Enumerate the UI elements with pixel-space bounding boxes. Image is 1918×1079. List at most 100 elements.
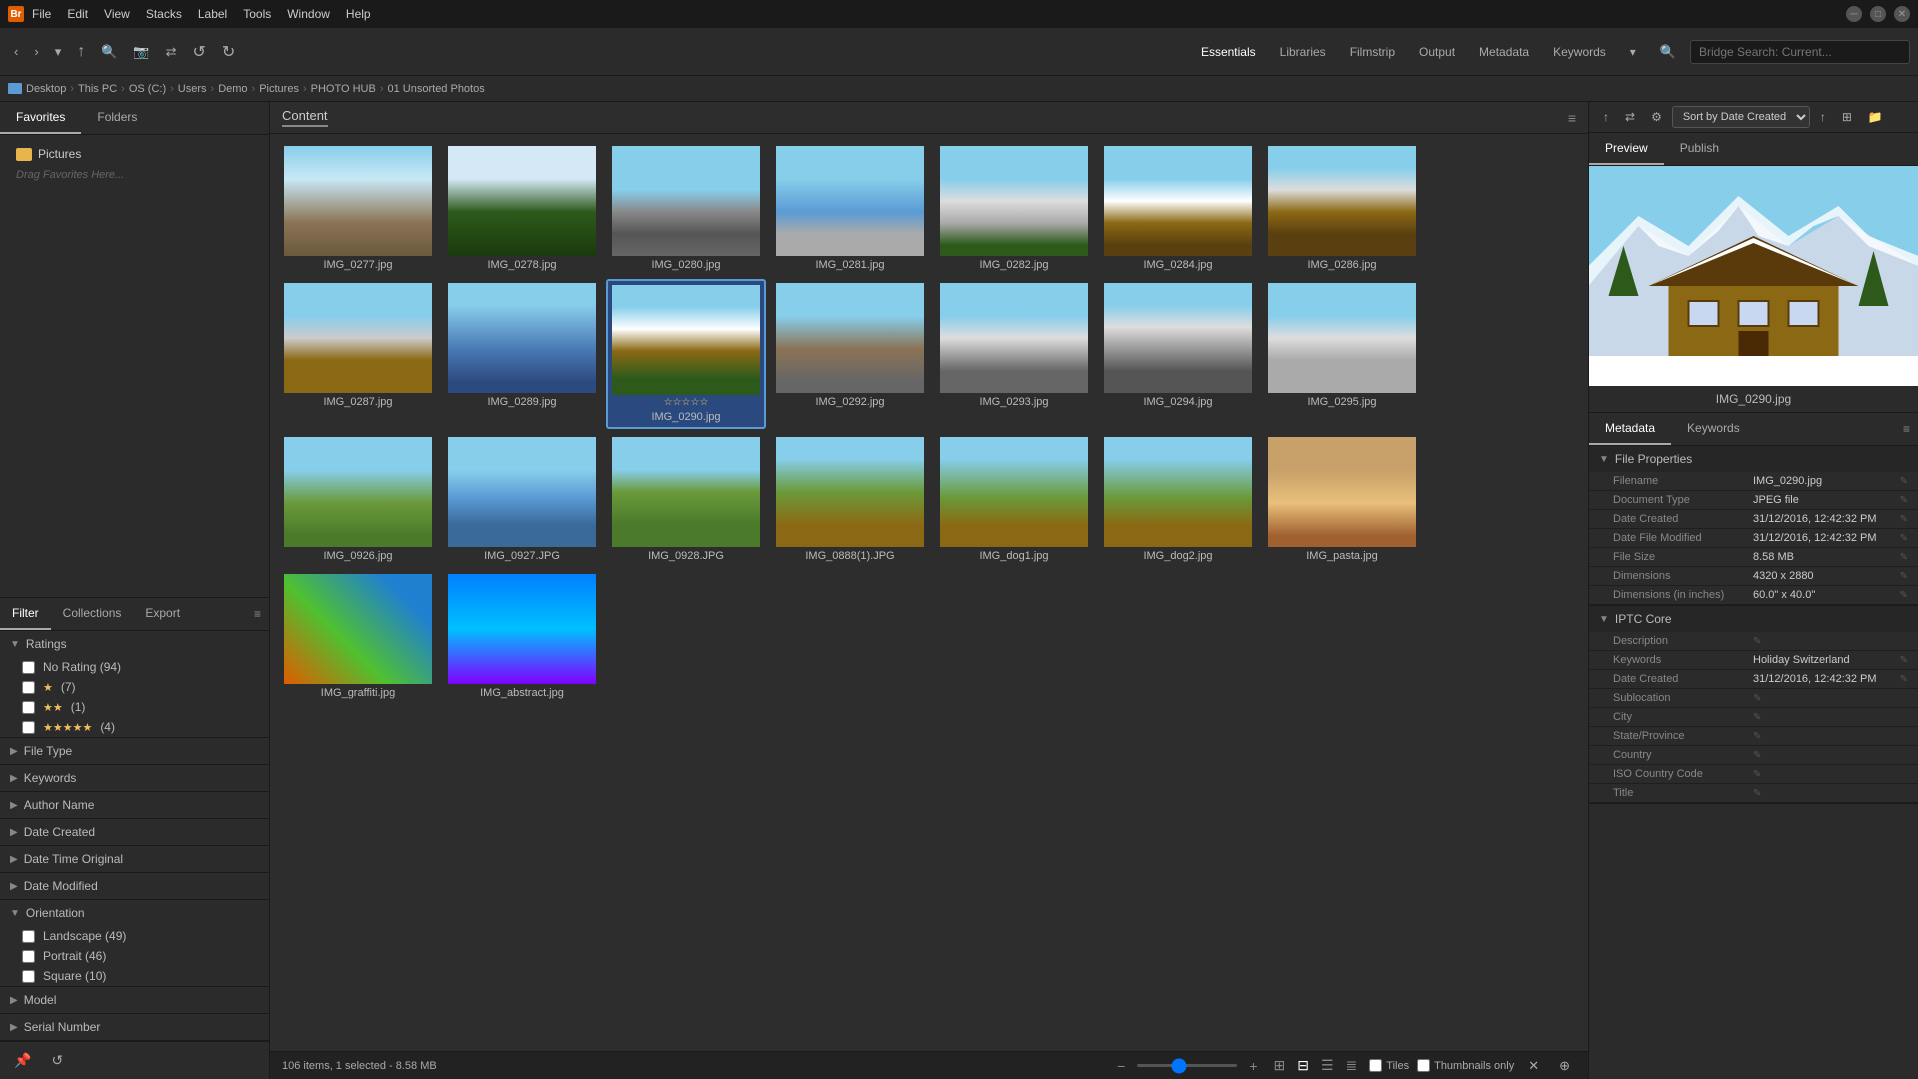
tab-preview[interactable]: Preview	[1589, 133, 1664, 165]
photo-thumb-2[interactable]: IMG_0280.jpg	[606, 142, 766, 275]
filter-item-1star[interactable]: ★ (7)	[0, 677, 269, 697]
filter-section-header-author[interactable]: ▶ Author Name	[0, 792, 269, 818]
tab-keywords[interactable]: Keywords	[1671, 413, 1756, 445]
breadcrumb-item-4[interactable]: Demo	[218, 83, 247, 95]
workspace-btn-keywords[interactable]: Keywords	[1543, 41, 1616, 63]
edit-icon[interactable]: ✎	[1900, 571, 1908, 582]
filter-item-5star[interactable]: ★★★★★ (4)	[0, 717, 269, 737]
photo-thumb-15[interactable]: IMG_0927.JPG	[442, 433, 602, 566]
filter-section-header-serial[interactable]: ▶ Serial Number	[0, 1014, 269, 1040]
filter-section-header-ratings[interactable]: ▼ Ratings	[0, 631, 269, 657]
tab-export[interactable]: Export	[133, 598, 192, 630]
filter-checkbox[interactable]	[22, 930, 35, 943]
photo-thumb-3[interactable]: IMG_0281.jpg	[770, 142, 930, 275]
filter-checkbox[interactable]	[22, 661, 35, 674]
filter-section-header-keywords[interactable]: ▶ Keywords	[0, 765, 269, 791]
menu-item-window[interactable]: Window	[287, 7, 330, 21]
search-icon[interactable]: 🔍	[1654, 40, 1682, 64]
menu-item-file[interactable]: File	[32, 7, 51, 21]
filter-checkbox[interactable]	[22, 721, 35, 734]
photo-thumb-13[interactable]: IMG_0295.jpg	[1262, 279, 1422, 429]
right-toolbar-btn3[interactable]: ⚙	[1645, 107, 1668, 127]
edit-icon[interactable]: ✎	[1753, 636, 1761, 647]
edit-icon[interactable]: ✎	[1900, 476, 1908, 487]
workspace-btn-[interactable]: ▾	[1620, 41, 1646, 63]
grid-view-button[interactable]: ⊞	[1270, 1055, 1290, 1076]
close-panel-button[interactable]: ✕	[1522, 1054, 1545, 1078]
right-toolbar-btn2[interactable]: ⇄	[1619, 107, 1641, 127]
photo-thumb-6[interactable]: IMG_0286.jpg	[1262, 142, 1422, 275]
pin-button[interactable]: 📌	[8, 1048, 37, 1073]
edit-icon[interactable]: ✎	[1900, 655, 1908, 666]
tab-folders[interactable]: Folders	[81, 102, 153, 134]
edit-icon[interactable]: ✎	[1900, 552, 1908, 563]
folder-button[interactable]: 📁	[1862, 107, 1889, 127]
edit-icon[interactable]: ✎	[1753, 693, 1761, 704]
filter-item-2star[interactable]: ★★ (1)	[0, 697, 269, 717]
filter-checkbox[interactable]	[22, 701, 35, 714]
menu-item-help[interactable]: Help	[346, 7, 371, 21]
photo-thumb-18[interactable]: IMG_dog1.jpg	[934, 433, 1094, 566]
filter-item-no-rating[interactable]: No Rating (94)	[0, 657, 269, 677]
workspace-btn-essentials[interactable]: Essentials	[1191, 41, 1266, 63]
photo-thumb-22[interactable]: IMG_abstract.jpg	[442, 570, 602, 703]
nav-dropdown-button[interactable]: ▾	[49, 40, 68, 64]
menu-item-stacks[interactable]: Stacks	[146, 7, 182, 21]
breadcrumb-item-3[interactable]: Users	[178, 83, 207, 95]
reveal-button[interactable]: 🔍	[95, 40, 123, 64]
edit-icon[interactable]: ✎	[1753, 788, 1761, 799]
nav-back-button[interactable]: ‹	[8, 40, 24, 63]
metadata-group-header-iptc[interactable]: ▼ IPTC Core	[1589, 606, 1918, 632]
photo-thumb-16[interactable]: IMG_0928.JPG	[606, 433, 766, 566]
filter-section-header-date-created[interactable]: ▶ Date Created	[0, 819, 269, 845]
search-input[interactable]	[1690, 40, 1910, 64]
detail-view-button[interactable]: ≣	[1342, 1055, 1362, 1076]
photo-thumb-19[interactable]: IMG_dog2.jpg	[1098, 433, 1258, 566]
photo-thumb-0[interactable]: IMG_0277.jpg	[278, 142, 438, 275]
edit-icon[interactable]: ✎	[1753, 712, 1761, 723]
filter-section-header-datetime[interactable]: ▶ Date Time Original	[0, 846, 269, 872]
zoom-in-button[interactable]: +	[1245, 1056, 1261, 1076]
refresh-button[interactable]: ↺	[187, 38, 212, 66]
metadata-group-header-file-props[interactable]: ▼ File Properties	[1589, 446, 1918, 472]
tab-collections[interactable]: Collections	[51, 598, 134, 630]
zoom-out-button[interactable]: −	[1113, 1056, 1129, 1076]
thumbnails-only-checkbox[interactable]	[1417, 1059, 1430, 1072]
filter-checkbox[interactable]	[22, 950, 35, 963]
zoom-slider[interactable]	[1137, 1064, 1237, 1067]
edit-icon[interactable]: ✎	[1900, 674, 1908, 685]
content-grid[interactable]: IMG_0277.jpgIMG_0278.jpgIMG_0280.jpgIMG_…	[270, 134, 1588, 1051]
filter-checkbox[interactable]	[22, 970, 35, 983]
menu-item-edit[interactable]: Edit	[67, 7, 88, 21]
photo-thumb-17[interactable]: IMG_0888(1).JPG	[770, 433, 930, 566]
edit-icon[interactable]: ✎	[1900, 533, 1908, 544]
metadata-tab-menu-icon[interactable]: ≡	[1895, 414, 1918, 444]
edit-icon[interactable]: ✎	[1753, 750, 1761, 761]
filter-section-header-orientation[interactable]: ▼ Orientation	[0, 900, 269, 926]
photo-thumb-1[interactable]: IMG_0278.jpg	[442, 142, 602, 275]
filter-section-header-date-modified[interactable]: ▶ Date Modified	[0, 873, 269, 899]
sync-button[interactable]: ⇄	[160, 40, 183, 64]
photo-thumb-11[interactable]: IMG_0293.jpg	[934, 279, 1094, 429]
filter-section-header-filetype[interactable]: ▶ File Type	[0, 738, 269, 764]
maximize-button[interactable]: □	[1870, 6, 1886, 22]
menu-item-label[interactable]: Label	[198, 7, 227, 21]
minimize-button[interactable]: ─	[1846, 6, 1862, 22]
thumbnails-only-label[interactable]: Thumbnails only	[1417, 1059, 1514, 1072]
photo-thumb-8[interactable]: IMG_0289.jpg	[442, 279, 602, 429]
photo-thumb-9[interactable]: ☆☆☆☆☆IMG_0290.jpg	[606, 279, 766, 429]
redo-button[interactable]: ↻	[216, 38, 241, 66]
filter-checkbox[interactable]	[22, 681, 35, 694]
edit-icon[interactable]: ✎	[1753, 731, 1761, 742]
filter-section-header-model[interactable]: ▶ Model	[0, 987, 269, 1013]
nav-up-button[interactable]: ↑	[71, 39, 91, 65]
workspace-btn-libraries[interactable]: Libraries	[1270, 41, 1336, 63]
workspace-btn-output[interactable]: Output	[1409, 41, 1465, 63]
photo-thumb-14[interactable]: IMG_0926.jpg	[278, 433, 438, 566]
nav-forward-button[interactable]: ›	[28, 40, 44, 63]
breadcrumb-item-7[interactable]: 01 Unsorted Photos	[388, 83, 485, 95]
photo-thumb-5[interactable]: IMG_0284.jpg	[1098, 142, 1258, 275]
tab-publish[interactable]: Publish	[1664, 133, 1735, 165]
filter-item-landscape[interactable]: Landscape (49)	[0, 926, 269, 946]
tab-favorites[interactable]: Favorites	[0, 102, 81, 134]
